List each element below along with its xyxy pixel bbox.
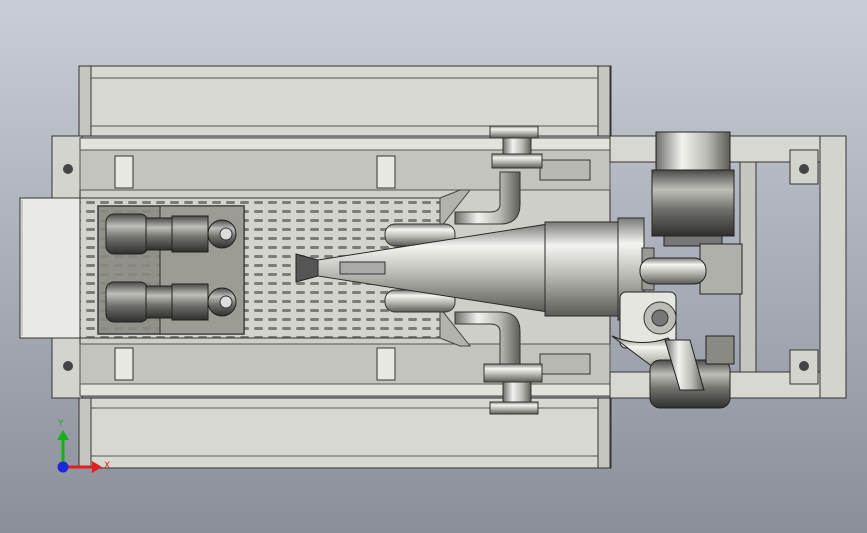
cad-viewport[interactable]: Y X — [0, 0, 867, 533]
y-axis-label: Y — [57, 419, 64, 429]
inlet-housing — [19, 197, 83, 339]
model-canvas[interactable]: Y X — [0, 0, 867, 533]
x-axis-label: X — [104, 461, 110, 471]
